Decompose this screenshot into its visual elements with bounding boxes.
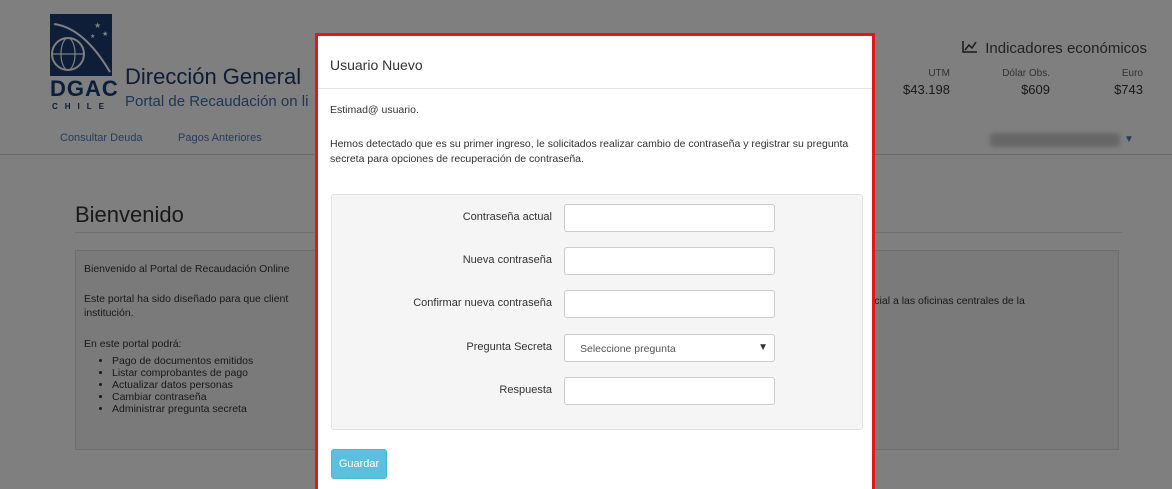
caret-down-icon: ▼ [758, 342, 768, 353]
form-row-answer: Respuesta [332, 377, 862, 405]
secret-question-select[interactable]: Seleccione pregunta ▼ [564, 334, 775, 362]
new-user-modal: Usuario Nuevo Estimad@ usuario. Hemos de… [315, 33, 875, 489]
modal-message: Hemos detectado que es su primer ingreso… [330, 138, 849, 165]
form-row-secret-question: Pregunta Secreta Seleccione pregunta ▼ [332, 334, 862, 362]
secret-question-label: Pregunta Secreta [466, 341, 552, 353]
new-password-label: Nueva contraseña [462, 254, 552, 266]
current-password-input[interactable] [564, 204, 775, 232]
confirm-password-label: Confirmar nueva contraseña [413, 297, 552, 309]
modal-greeting: Estimad@ usuario. [330, 104, 419, 116]
password-form: Contraseña actual Nueva contraseña Confi… [331, 194, 863, 430]
answer-input[interactable] [564, 377, 775, 405]
current-password-label: Contraseña actual [462, 211, 552, 223]
form-row-current-password: Contraseña actual [332, 204, 862, 232]
save-button[interactable]: Guardar [331, 449, 387, 479]
secret-question-selected: Seleccione pregunta [580, 343, 676, 355]
form-row-confirm-password: Confirmar nueva contraseña [332, 290, 862, 318]
modal-title: Usuario Nuevo [330, 57, 423, 73]
new-password-input[interactable] [564, 247, 775, 275]
confirm-password-input[interactable] [564, 290, 775, 318]
modal-header: Usuario Nuevo [318, 36, 872, 89]
form-row-new-password: Nueva contraseña [332, 247, 862, 275]
answer-label: Respuesta [499, 384, 552, 396]
